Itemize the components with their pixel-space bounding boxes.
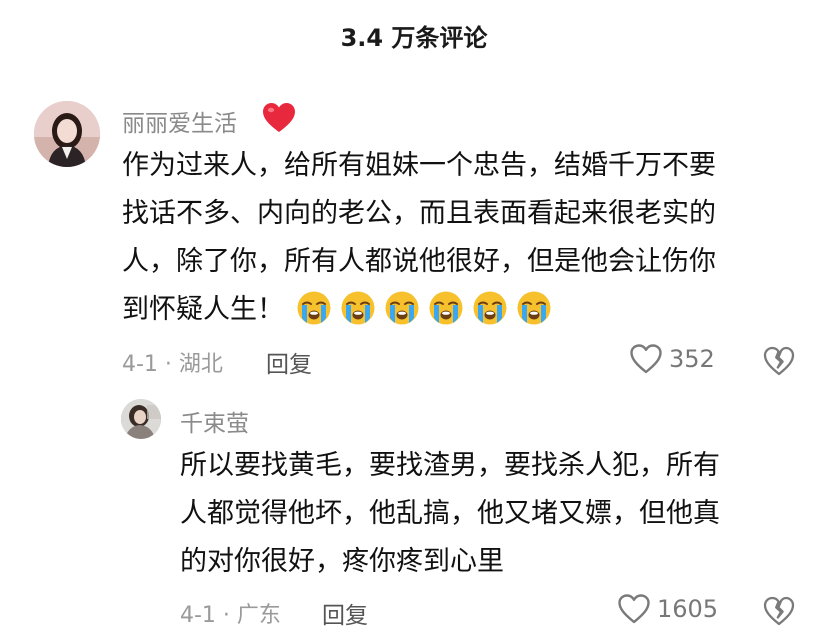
- loudly-crying-face-icon: [473, 291, 507, 325]
- like-button[interactable]: 352: [629, 343, 715, 375]
- comment-body: 作为过来人，给所有姐妹一个忠告，结婚千万不要 找话不多、内向的老公，而且表面看起…: [122, 142, 802, 335]
- avatar[interactable]: [121, 399, 161, 439]
- comment-line: 人，除了你，所有人都说他很好，但是他会让伤你: [122, 246, 716, 277]
- reply-line: 人都觉得他坏，他乱搞，他又堵又嫖，但他真: [180, 498, 720, 529]
- like-button[interactable]: 1605: [617, 593, 718, 625]
- comment-line: 作为过来人，给所有姐妹一个忠告，结婚千万不要: [122, 150, 716, 181]
- like-count: 1605: [657, 595, 719, 623]
- comment-line-with-emoji: 到怀疑人生！: [122, 286, 802, 335]
- heart-outline-icon: [618, 594, 650, 624]
- loudly-crying-face-icon: [385, 291, 419, 325]
- reply-body: 所以要找黄毛，要找渣男，要找杀人犯，所有 人都觉得他坏，他乱搞，他又堵又嫖，但他…: [180, 442, 792, 586]
- reply-line: 所以要找黄毛，要找渣男，要找杀人犯，所有: [180, 450, 720, 481]
- loudly-crying-face-icon: [341, 291, 375, 325]
- heart-outline-icon: [630, 344, 662, 374]
- page-title: 3.4 万条评论: [340, 24, 488, 52]
- reply-username[interactable]: 千束萤: [180, 404, 249, 438]
- red-heart-emoji-icon: [263, 103, 295, 132]
- loudly-crying-face-icon: [517, 291, 551, 325]
- emoji-row: [296, 284, 560, 332]
- loudly-crying-face-icon: [297, 291, 331, 325]
- comment-username[interactable]: 丽丽爱生活: [122, 104, 237, 138]
- comment-line: 找话不多、内向的老公，而且表面看起来很老实的: [122, 198, 716, 229]
- comment-line: 到怀疑人生！: [122, 294, 284, 325]
- like-count: 352: [669, 345, 715, 373]
- reply-button[interactable]: 回复: [266, 345, 312, 379]
- broken-heart-icon[interactable]: [763, 345, 795, 377]
- comment-meta: 4-1 · 湖北: [122, 352, 223, 377]
- reply-line: 的对你很好，疼你疼到心里: [180, 546, 504, 577]
- broken-heart-icon[interactable]: [763, 595, 795, 627]
- reply-meta: 4-1 · 广东: [180, 603, 281, 628]
- avatar[interactable]: [34, 101, 100, 167]
- loudly-crying-face-icon: [429, 291, 463, 325]
- reply-button[interactable]: 回复: [322, 596, 368, 630]
